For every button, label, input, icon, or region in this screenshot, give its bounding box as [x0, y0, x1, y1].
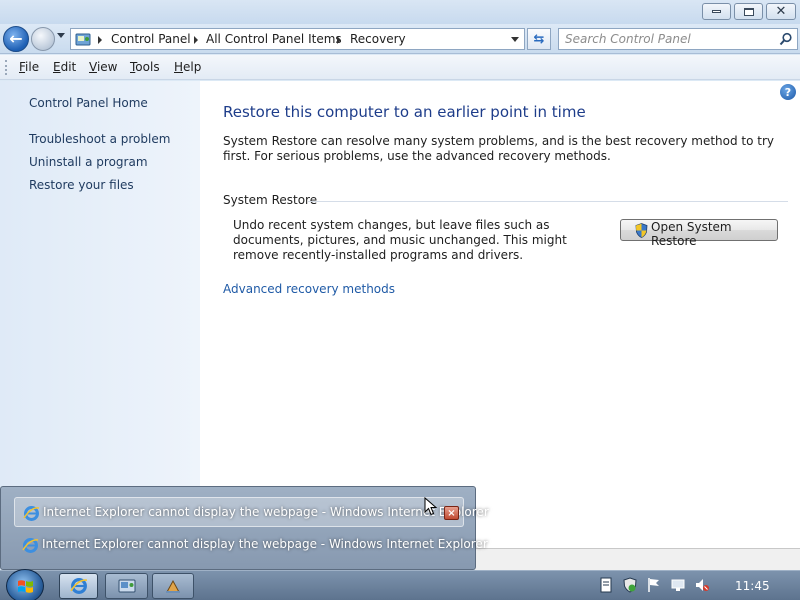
menu-bar: File Edit View Tools Help [0, 55, 800, 80]
internet-explorer-icon [69, 578, 87, 594]
taskbar-program-3[interactable] [152, 573, 194, 599]
breadcrumb-all-items[interactable]: All Control Panel Items [206, 32, 342, 46]
sidebar-uninstall[interactable]: Uninstall a program [29, 155, 148, 169]
system-restore-description: Undo recent system changes, but leave fi… [233, 218, 567, 262]
sidebar-control-panel-home[interactable]: Control Panel Home [29, 96, 148, 110]
control-panel-icon [118, 579, 135, 593]
breadcrumb-separator[interactable] [337, 36, 341, 44]
open-system-restore-button[interactable]: Open System Restore [620, 219, 778, 248]
restore-button[interactable] [734, 3, 763, 20]
internet-explorer-icon [23, 506, 40, 521]
start-button[interactable] [6, 569, 44, 600]
minimize-button[interactable] [702, 3, 731, 20]
menu-edit[interactable]: Edit [53, 60, 76, 74]
search-icon[interactable] [779, 32, 793, 46]
back-arrow-icon: ← [9, 29, 23, 48]
program-icon [166, 579, 180, 593]
minimize-icon [712, 10, 721, 13]
window-title-bar: ✕ [0, 0, 800, 26]
volume-muted-icon[interactable] [695, 577, 709, 593]
breadcrumb-control-panel[interactable]: Control Panel [111, 32, 191, 46]
uac-shield-icon [635, 223, 648, 238]
menu-help[interactable]: Help [174, 60, 201, 74]
taskbar-clock[interactable]: 11:45 [735, 579, 770, 593]
document-tray-icon[interactable] [599, 577, 613, 593]
refresh-button[interactable]: ⇆ [527, 28, 551, 50]
help-icon[interactable]: ? [780, 84, 796, 100]
open-system-restore-label: Open System Restore [651, 220, 732, 248]
restore-icon [743, 7, 754, 16]
close-button[interactable]: ✕ [766, 3, 796, 20]
status-bar [475, 548, 800, 570]
sidebar: Control Panel Home Troubleshoot a proble… [0, 81, 200, 486]
search-box[interactable] [558, 28, 798, 50]
windows-logo-icon [18, 580, 33, 593]
address-bar[interactable]: Control Panel All Control Panel Items Re… [70, 28, 525, 50]
mouse-pointer-icon [424, 497, 438, 516]
page-title: Restore this computer to an earlier poin… [223, 103, 586, 121]
control-panel-icon [75, 33, 91, 46]
recent-pages-dropdown[interactable] [57, 33, 65, 38]
action-center-flag-icon[interactable] [647, 577, 661, 593]
taskbar-internet-explorer[interactable] [59, 573, 98, 599]
taskbar-thumbnail-popup: Internet Explorer cannot display the web… [0, 486, 489, 570]
popup-close-button[interactable]: × [444, 506, 459, 520]
internet-explorer-icon [22, 538, 39, 553]
popup-window-item[interactable]: Internet Explorer cannot display the web… [14, 530, 488, 560]
popup-window-title: Internet Explorer cannot display the web… [42, 537, 488, 551]
breadcrumb-separator[interactable] [98, 36, 102, 44]
section-header: System Restore [223, 193, 318, 207]
breadcrumb-recovery[interactable]: Recovery [350, 32, 406, 46]
network-tray-icon[interactable] [671, 577, 685, 593]
address-dropdown-button[interactable] [511, 37, 519, 42]
security-tray-icon[interactable] [623, 577, 637, 593]
taskbar: 11:45 [0, 569, 800, 600]
back-button[interactable]: ← [3, 26, 29, 52]
breadcrumb-separator[interactable] [194, 36, 198, 44]
forward-button[interactable] [31, 27, 55, 51]
search-input[interactable] [565, 31, 770, 47]
sidebar-troubleshoot[interactable]: Troubleshoot a problem [29, 132, 170, 146]
popup-window-item[interactable]: Internet Explorer cannot display the web… [14, 497, 489, 527]
close-icon: ✕ [775, 4, 787, 19]
sidebar-restore-files[interactable]: Restore your files [29, 178, 134, 192]
navigation-bar: ← Control Panel All Control Panel Items … [0, 24, 800, 54]
menu-view[interactable]: View [89, 60, 117, 74]
intro-text: System Restore can resolve many system p… [223, 134, 775, 163]
advanced-recovery-link[interactable]: Advanced recovery methods [223, 282, 395, 296]
refresh-icon: ⇆ [533, 31, 545, 47]
popup-window-title: Internet Explorer cannot display the web… [43, 505, 489, 519]
taskbar-control-panel[interactable] [105, 573, 148, 599]
menu-file[interactable]: File [19, 60, 39, 74]
menu-tools[interactable]: Tools [130, 60, 160, 74]
menu-grip [5, 60, 7, 75]
main-content: ? Restore this computer to an earlier po… [200, 81, 800, 548]
section-divider [308, 201, 788, 202]
